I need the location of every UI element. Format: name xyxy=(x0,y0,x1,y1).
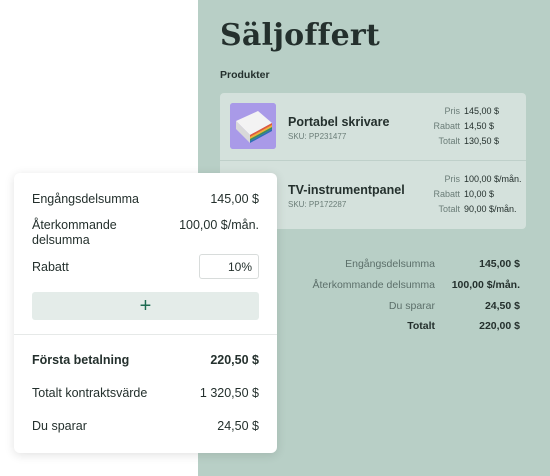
summary-value: 24,50 $ xyxy=(484,300,520,312)
product-name: TV-instrumentpanel xyxy=(288,183,405,197)
total-label: Totalt xyxy=(438,204,460,214)
product-sku: SKU: PP172287 xyxy=(288,200,347,209)
products-section-label: Produkter xyxy=(220,69,270,81)
summary-value: 100,00 $/mån. xyxy=(451,279,520,291)
add-button[interactable]: + xyxy=(32,292,259,320)
price-value: 145,00 $ xyxy=(464,106,500,116)
printer-thumbnail-icon xyxy=(230,103,276,149)
summary-value: 220,00 $ xyxy=(479,320,520,332)
total-label: Totalt xyxy=(438,136,460,146)
first-payment-label: Första betalning xyxy=(32,353,130,367)
total-contract-value-value: 1 320,50 $ xyxy=(199,386,259,400)
recurring-subtotal-label-line1: Återkommande xyxy=(32,218,117,232)
total-value: 130,50 $ xyxy=(464,136,500,146)
you-save-value: 24,50 $ xyxy=(217,419,259,433)
one-time-subtotal-label: Engångsdelsumma xyxy=(32,192,140,206)
you-save-label: Du sparar xyxy=(32,419,87,433)
price-value: 100,00 $/mån. xyxy=(464,174,522,184)
divider xyxy=(14,334,277,335)
recurring-subtotal-label-line2: delsumma xyxy=(32,233,90,247)
price-label: Pris xyxy=(444,106,461,116)
recurring-subtotal-row: Återkommande delsumma 100,00 $/mån. xyxy=(32,218,259,248)
pricing-summary-card: Engångsdelsumma 145,00 $ Återkommande de… xyxy=(14,173,277,453)
one-time-subtotal-value: 145,00 $ xyxy=(210,192,259,206)
product-sku: SKU: PP231477 xyxy=(288,132,347,141)
summary-label: Du sparar xyxy=(388,300,435,312)
quote-title: Säljoffert xyxy=(220,18,380,53)
discount-label: Rabatt xyxy=(433,189,460,199)
total-contract-value-label: Totalt kontraktsvärde xyxy=(32,386,148,400)
price-label: Pris xyxy=(444,174,461,184)
first-payment-value: 220,50 $ xyxy=(210,353,259,367)
summary-value: 145,00 $ xyxy=(479,258,520,270)
recurring-subtotal-value: 100,00 $/mån. xyxy=(179,218,259,232)
discount-label: Rabatt xyxy=(32,260,69,274)
product-name: Portabel skrivare xyxy=(288,115,390,129)
discount-value: 10,00 $ xyxy=(464,189,495,199)
plus-icon: + xyxy=(139,294,152,317)
summary-label: Engångsdelsumma xyxy=(345,258,435,270)
summary-label: Totalt xyxy=(407,320,435,332)
recurring-subtotal-label: Återkommande delsumma xyxy=(32,218,117,248)
discount-value: 14,50 $ xyxy=(464,121,495,131)
discount-input[interactable]: 10% xyxy=(199,254,259,279)
summary-label: Återkommande delsumma xyxy=(312,279,435,291)
discount-label: Rabatt xyxy=(433,121,460,131)
product-row[interactable]: Portabel skrivare SKU: PP231477 Pris 145… xyxy=(220,93,526,161)
total-value: 90,00 $/mån. xyxy=(464,204,517,214)
